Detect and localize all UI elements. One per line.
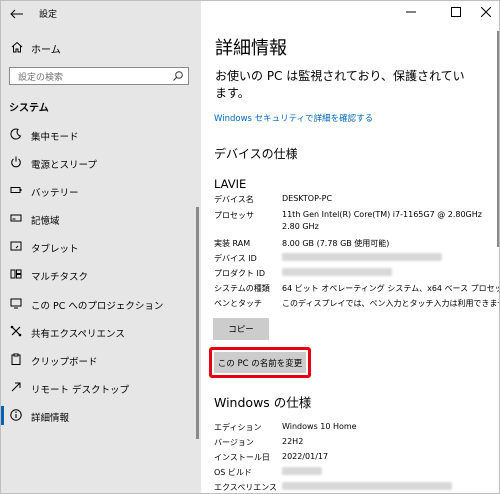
close-button[interactable] xyxy=(471,1,499,23)
spec-key: デバイス名 xyxy=(214,195,254,204)
spec-value-redacted xyxy=(282,482,452,492)
settings-window: 設定 ホーム 設定の検索 システム 集中モード 電源とスリープ バッテリー 記憶… xyxy=(0,0,500,494)
maximize-button[interactable] xyxy=(441,1,471,23)
sidebar-item-label: クリップボード xyxy=(31,356,98,368)
spec-key: OS ビルド xyxy=(214,468,252,477)
spec-key: エクスペリエンス xyxy=(214,483,278,492)
home-icon xyxy=(11,41,23,53)
sidebar-nav: 集中モード 電源とスリープ バッテリー 記憶域 タブレット マルチタスク この … xyxy=(1,121,201,430)
info-icon xyxy=(10,409,22,421)
sidebar-item-remote-desktop[interactable]: リモート デスクトップ xyxy=(1,374,201,402)
spec-key: バージョン xyxy=(214,438,254,447)
settings-search-input[interactable]: 設定の検索 xyxy=(9,67,189,85)
sidebar-item-label: バッテリー xyxy=(31,188,79,200)
sidebar-item-label: この PC へのプロジェクション xyxy=(31,300,164,312)
sidebar-item-label: 詳細情報 xyxy=(31,412,70,424)
device-spec-heading: デバイスの仕様 xyxy=(214,147,298,161)
active-indicator xyxy=(1,405,4,425)
spec-value: このディスプレイでは、ペン入力とタッチ入力は利用できません xyxy=(282,299,500,308)
windows-spec-heading: Windows の仕様 xyxy=(214,395,312,410)
spec-value: 64 ビット オペレーティング システム、x64 ベース プロセッサ xyxy=(282,284,500,293)
sidebar-item-label: タブレット xyxy=(31,244,79,256)
maximize-icon xyxy=(451,7,461,17)
spec-value-line2: 2.80 GHz xyxy=(282,222,319,231)
sidebar-item-clipboard[interactable]: クリップボード xyxy=(1,346,201,374)
storage-icon xyxy=(10,214,22,222)
multitask-icon xyxy=(10,269,22,279)
spec-value: 8.00 GB (7.78 GB 使用可能) xyxy=(282,239,390,248)
spec-key: ペンとタッチ xyxy=(214,299,262,308)
sidebar-item-about[interactable]: 詳細情報 xyxy=(1,402,201,430)
spec-key: インストール日 xyxy=(214,453,270,462)
back-button[interactable] xyxy=(7,4,27,24)
main-content: 詳細情報 お使いの PC は監視されており、保護されています。 Windows … xyxy=(201,1,500,493)
close-icon xyxy=(481,7,491,17)
sidebar-item-tablet[interactable]: タブレット xyxy=(1,233,201,261)
clipboard-icon xyxy=(11,353,21,365)
spec-value: Windows 10 Home xyxy=(282,422,357,431)
spec-value-redacted xyxy=(282,253,442,263)
sidebar-scrollbar[interactable] xyxy=(196,207,199,439)
rename-pc-highlight: この PC の名前を変更 xyxy=(209,347,311,378)
shared-icon xyxy=(10,325,22,336)
brand-name: LAVIE xyxy=(214,177,247,191)
battery-icon xyxy=(10,187,22,194)
spec-key: プロセッサ xyxy=(214,211,254,220)
spec-value: 2022/01/17 xyxy=(282,452,329,461)
spec-key: デバイス ID xyxy=(214,254,257,263)
sidebar-item-focus-assist[interactable]: 集中モード xyxy=(1,121,201,149)
home-label: ホーム xyxy=(31,45,61,56)
tablet-icon xyxy=(10,241,22,251)
search-icon xyxy=(173,71,183,81)
power-icon xyxy=(11,156,21,168)
sidebar-item-shared-experiences[interactable]: 共有エクスペリエンス xyxy=(1,318,201,346)
spec-key: 実装 RAM xyxy=(214,239,251,248)
sidebar-item-label: 集中モード xyxy=(31,132,79,143)
moon-icon xyxy=(10,128,22,140)
sidebar-item-label: 電源とスリープ xyxy=(31,160,97,172)
sidebar-item-label: 共有エクスペリエンス xyxy=(31,328,125,340)
sidebar-item-power-sleep[interactable]: 電源とスリープ xyxy=(1,149,201,177)
sidebar-item-battery[interactable]: バッテリー xyxy=(1,177,201,205)
sidebar-item-projection[interactable]: この PC へのプロジェクション xyxy=(1,290,201,318)
remote-icon xyxy=(11,382,21,392)
home-link[interactable]: ホーム xyxy=(1,35,201,59)
spec-value-redacted xyxy=(282,467,322,477)
spec-value: DESKTOP-PC xyxy=(282,194,333,203)
sidebar-item-label: マルチタスク xyxy=(31,272,89,284)
projection-icon xyxy=(10,298,22,309)
minimize-button[interactable] xyxy=(396,1,426,23)
copy-button[interactable]: コピー xyxy=(213,318,269,340)
page-title: 詳細情報 xyxy=(215,38,287,59)
sidebar-item-multitasking[interactable]: マルチタスク xyxy=(1,261,201,289)
app-title: 設定 xyxy=(39,10,58,20)
back-arrow-icon xyxy=(10,9,23,19)
sidebar: 設定 ホーム 設定の検索 システム 集中モード 電源とスリープ バッテリー 記憶… xyxy=(1,1,201,493)
sidebar-item-label: 記憶域 xyxy=(31,216,60,228)
spec-key: システムの種類 xyxy=(214,284,270,293)
sidebar-item-label: リモート デスクトップ xyxy=(31,384,130,396)
search-placeholder: 設定の検索 xyxy=(18,73,64,83)
security-details-link[interactable]: Windows セキュリティで詳細を確認する xyxy=(214,112,373,124)
spec-value-redacted xyxy=(282,268,392,278)
spec-key: エディション xyxy=(214,423,262,432)
spec-key: プロダクト ID xyxy=(214,269,266,278)
spec-value: 11th Gen Intel(R) Core(TM) i7-1165G7 @ 2… xyxy=(282,210,482,219)
spec-value: 22H2 xyxy=(282,437,304,446)
section-heading-system: システム xyxy=(9,103,49,114)
protection-notice: お使いの PC は監視されており、保護されています。 xyxy=(215,69,465,100)
sidebar-item-storage[interactable]: 記憶域 xyxy=(1,205,201,233)
rename-pc-button[interactable]: この PC の名前を変更 xyxy=(214,352,306,373)
minimize-icon xyxy=(406,11,416,13)
title-bar: 設定 xyxy=(1,1,201,27)
